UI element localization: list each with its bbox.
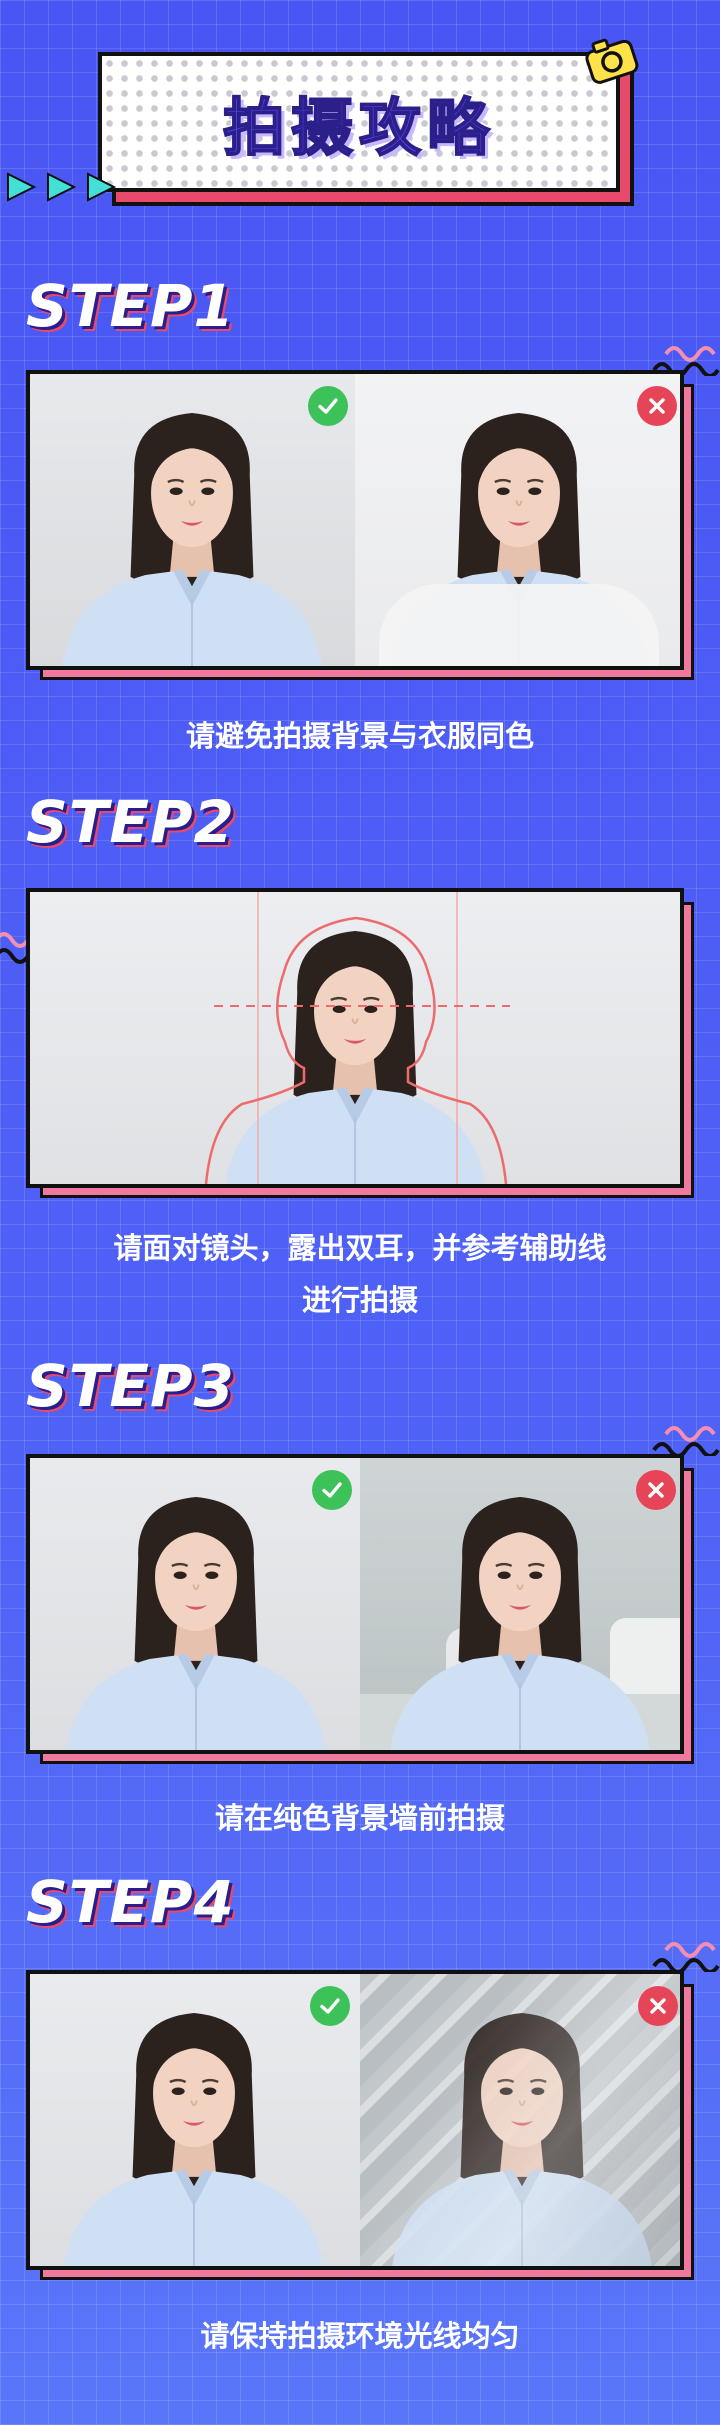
- step-4-heading: STEP4: [26, 1868, 235, 1936]
- squiggle-decoration: [652, 1942, 720, 1972]
- play-arrows-icon: [7, 172, 117, 202]
- person-photo: [32, 400, 352, 666]
- person-photo: [360, 1484, 680, 1750]
- title-card: 拍摄攻略: [98, 52, 620, 192]
- uneven-light-overlay: [360, 1974, 680, 2266]
- step-4-photo-comparison: [26, 1970, 684, 2270]
- caption-line: 请在纯色背景墙前拍摄: [214, 1801, 505, 1835]
- check-circle-icon: [310, 1986, 350, 2026]
- step-2-caption: 请面对镜头，露出双耳，并参考辅助线 进行拍摄: [0, 1222, 720, 1326]
- wrong-example: [355, 374, 680, 666]
- camera-icon: [585, 38, 639, 84]
- person-photo: [34, 2000, 354, 2266]
- header: 拍摄攻略: [0, 0, 720, 230]
- step-3-photo-comparison: [26, 1454, 684, 1754]
- wrong-example: [360, 1974, 680, 2266]
- check-circle-icon: [308, 386, 348, 426]
- wrong-example: [360, 1458, 680, 1750]
- step-1-heading: STEP1: [26, 272, 235, 340]
- step-2-guide-photo: [26, 888, 684, 1188]
- squiggle-decoration: [652, 1426, 720, 1456]
- step-2-heading: STEP2: [26, 788, 235, 856]
- step-3-heading: STEP3: [26, 1352, 235, 1420]
- person-photo: [36, 1484, 356, 1750]
- step-3-caption: 请在纯色背景墙前拍摄: [0, 1792, 720, 1844]
- page-title: 拍摄攻略: [222, 90, 495, 165]
- cross-circle-icon: [637, 386, 677, 426]
- step-1-caption: 请避免拍摄背景与衣服同色: [0, 710, 720, 762]
- step-4-caption: 请保持拍摄环境光线均匀: [0, 2310, 720, 2362]
- caption-line: 请面对镜头，露出双耳，并参考辅助线: [113, 1231, 607, 1265]
- white-shirt-overlay: [379, 584, 659, 666]
- correct-example: [30, 374, 355, 666]
- cross-circle-icon: [636, 1470, 676, 1510]
- caption-line: 请保持拍摄环境光线均匀: [200, 2319, 520, 2353]
- caption-line: 进行拍摄: [301, 1283, 418, 1317]
- correct-example: [30, 1974, 360, 2266]
- correct-example: [30, 1458, 360, 1750]
- caption-line: 请避免拍摄背景与衣服同色: [185, 719, 534, 753]
- check-circle-icon: [312, 1470, 352, 1510]
- cross-circle-icon: [638, 1986, 678, 2026]
- step-1-photo-comparison: [26, 370, 684, 670]
- guide-lines: [204, 892, 510, 1184]
